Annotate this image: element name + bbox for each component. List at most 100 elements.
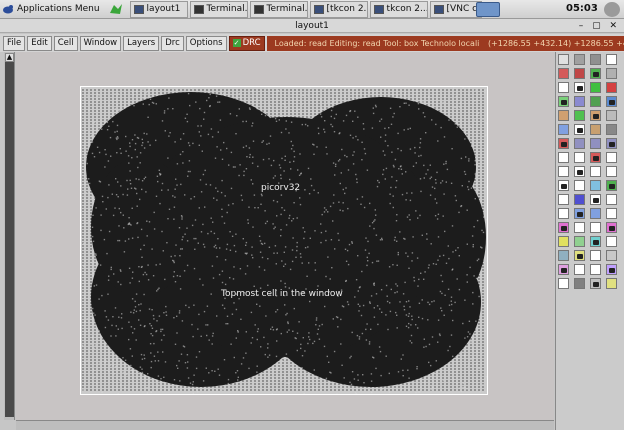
workspace-switcher[interactable] [476, 2, 500, 17]
layer-swatch[interactable] [558, 278, 569, 289]
layer-swatch[interactable] [558, 68, 569, 79]
layer-swatch[interactable] [558, 236, 569, 247]
layer-swatch[interactable] [574, 194, 585, 205]
layer-swatch[interactable] [558, 250, 569, 261]
menu-edit[interactable]: Edit [27, 35, 52, 51]
menu-file[interactable]: File [3, 35, 26, 51]
layer-swatch[interactable] [574, 82, 585, 93]
layer-swatch[interactable] [558, 208, 569, 219]
layer-swatch[interactable] [590, 54, 601, 65]
layer-swatch[interactable] [574, 110, 585, 121]
layer-swatch[interactable] [558, 96, 569, 107]
layer-swatch[interactable] [590, 110, 601, 121]
layer-swatch[interactable] [574, 166, 585, 177]
layer-swatch[interactable] [606, 278, 617, 289]
horizontal-scrollbar[interactable] [16, 420, 554, 430]
lock-icon [577, 170, 583, 175]
layer-swatch[interactable] [606, 236, 617, 247]
task-layout1[interactable]: layout1 [129, 0, 188, 18]
layer-swatch[interactable] [558, 54, 569, 65]
layer-swatch[interactable] [574, 180, 585, 191]
layer-swatch[interactable] [574, 54, 585, 65]
layer-swatch[interactable] [558, 152, 569, 163]
layer-swatch[interactable] [574, 264, 585, 275]
task-tkcon-1[interactable]: [tkcon 2.... [309, 0, 368, 18]
menu-cell[interactable]: Cell [53, 35, 78, 51]
layer-swatch[interactable] [574, 68, 585, 79]
layer-palette [555, 52, 624, 430]
layer-swatch[interactable] [574, 138, 585, 149]
menu-layers[interactable]: Layers [123, 35, 160, 51]
applications-menu-button[interactable]: Applications Menu [0, 1, 102, 18]
layer-swatch[interactable] [590, 180, 601, 191]
layer-swatch[interactable] [558, 82, 569, 93]
layer-swatch[interactable] [590, 250, 601, 261]
layer-swatch[interactable] [574, 236, 585, 247]
layer-swatch[interactable] [606, 96, 617, 107]
frog-icon[interactable] [108, 1, 124, 17]
layer-swatch[interactable] [606, 180, 617, 191]
terminal-icon [253, 4, 264, 14]
task-label: layout1 [146, 4, 181, 14]
layout-canvas[interactable]: picorv32 Topmost cell in the window [16, 52, 554, 420]
menu-options[interactable]: Options [185, 35, 227, 51]
layer-swatch[interactable] [590, 96, 601, 107]
layer-swatch[interactable] [574, 96, 585, 107]
layer-swatch[interactable] [574, 124, 585, 135]
layer-swatch[interactable] [558, 166, 569, 177]
layer-swatch[interactable] [590, 68, 601, 79]
window-title: layout1 [295, 21, 329, 31]
layer-swatch[interactable] [590, 194, 601, 205]
scroll-thumb[interactable] [5, 62, 14, 417]
task-vnc[interactable]: [VNC co... [429, 0, 482, 18]
scroll-up-arrow-icon[interactable]: ▲ [5, 53, 14, 62]
layer-swatch[interactable] [606, 222, 617, 233]
layer-swatch[interactable] [606, 264, 617, 275]
clock: 05:03 [566, 3, 598, 14]
layer-swatch[interactable] [558, 194, 569, 205]
drc-toggle[interactable]: ✓ DRC [228, 35, 265, 51]
layer-swatch[interactable] [574, 222, 585, 233]
layer-swatch[interactable] [606, 124, 617, 135]
layer-swatch[interactable] [558, 110, 569, 121]
layer-swatch[interactable] [606, 194, 617, 205]
layer-swatch[interactable] [606, 250, 617, 261]
layer-swatch[interactable] [558, 222, 569, 233]
task-terminal-1[interactable]: Terminal... [189, 0, 248, 18]
window-titlebar[interactable]: layout1 – ▢ ✕ [0, 19, 624, 33]
system-tray-icon[interactable] [604, 2, 620, 17]
layer-swatch[interactable] [590, 208, 601, 219]
layer-swatch[interactable] [558, 124, 569, 135]
layer-swatch[interactable] [558, 138, 569, 149]
layer-swatch[interactable] [606, 152, 617, 163]
layer-swatch[interactable] [606, 110, 617, 121]
layer-swatch[interactable] [558, 180, 569, 191]
layer-swatch[interactable] [590, 222, 601, 233]
layer-swatch[interactable] [606, 82, 617, 93]
layer-swatch[interactable] [574, 152, 585, 163]
task-terminal-2[interactable]: Terminal... [249, 0, 308, 18]
layer-swatch[interactable] [558, 264, 569, 275]
layer-swatch[interactable] [606, 166, 617, 177]
layer-swatch[interactable] [590, 152, 601, 163]
layer-swatch[interactable] [606, 138, 617, 149]
menu-drc[interactable]: Drc [161, 35, 184, 51]
layer-swatch[interactable] [606, 54, 617, 65]
terminal-icon [193, 4, 204, 14]
layer-swatch[interactable] [590, 124, 601, 135]
layer-swatch[interactable] [574, 250, 585, 261]
vertical-scrollbar[interactable]: ▲ [4, 52, 15, 420]
layer-swatch[interactable] [606, 208, 617, 219]
layer-swatch[interactable] [590, 82, 601, 93]
menu-window[interactable]: Window [79, 35, 122, 51]
layer-swatch[interactable] [590, 138, 601, 149]
window-controls[interactable]: – ▢ ✕ [579, 19, 620, 33]
layer-swatch[interactable] [574, 278, 585, 289]
task-tkcon-2[interactable]: tkcon 2.... [369, 0, 428, 18]
layer-swatch[interactable] [590, 264, 601, 275]
layer-swatch[interactable] [590, 278, 601, 289]
layer-swatch[interactable] [574, 208, 585, 219]
layer-swatch[interactable] [590, 166, 601, 177]
layer-swatch[interactable] [606, 68, 617, 79]
layer-swatch[interactable] [590, 236, 601, 247]
